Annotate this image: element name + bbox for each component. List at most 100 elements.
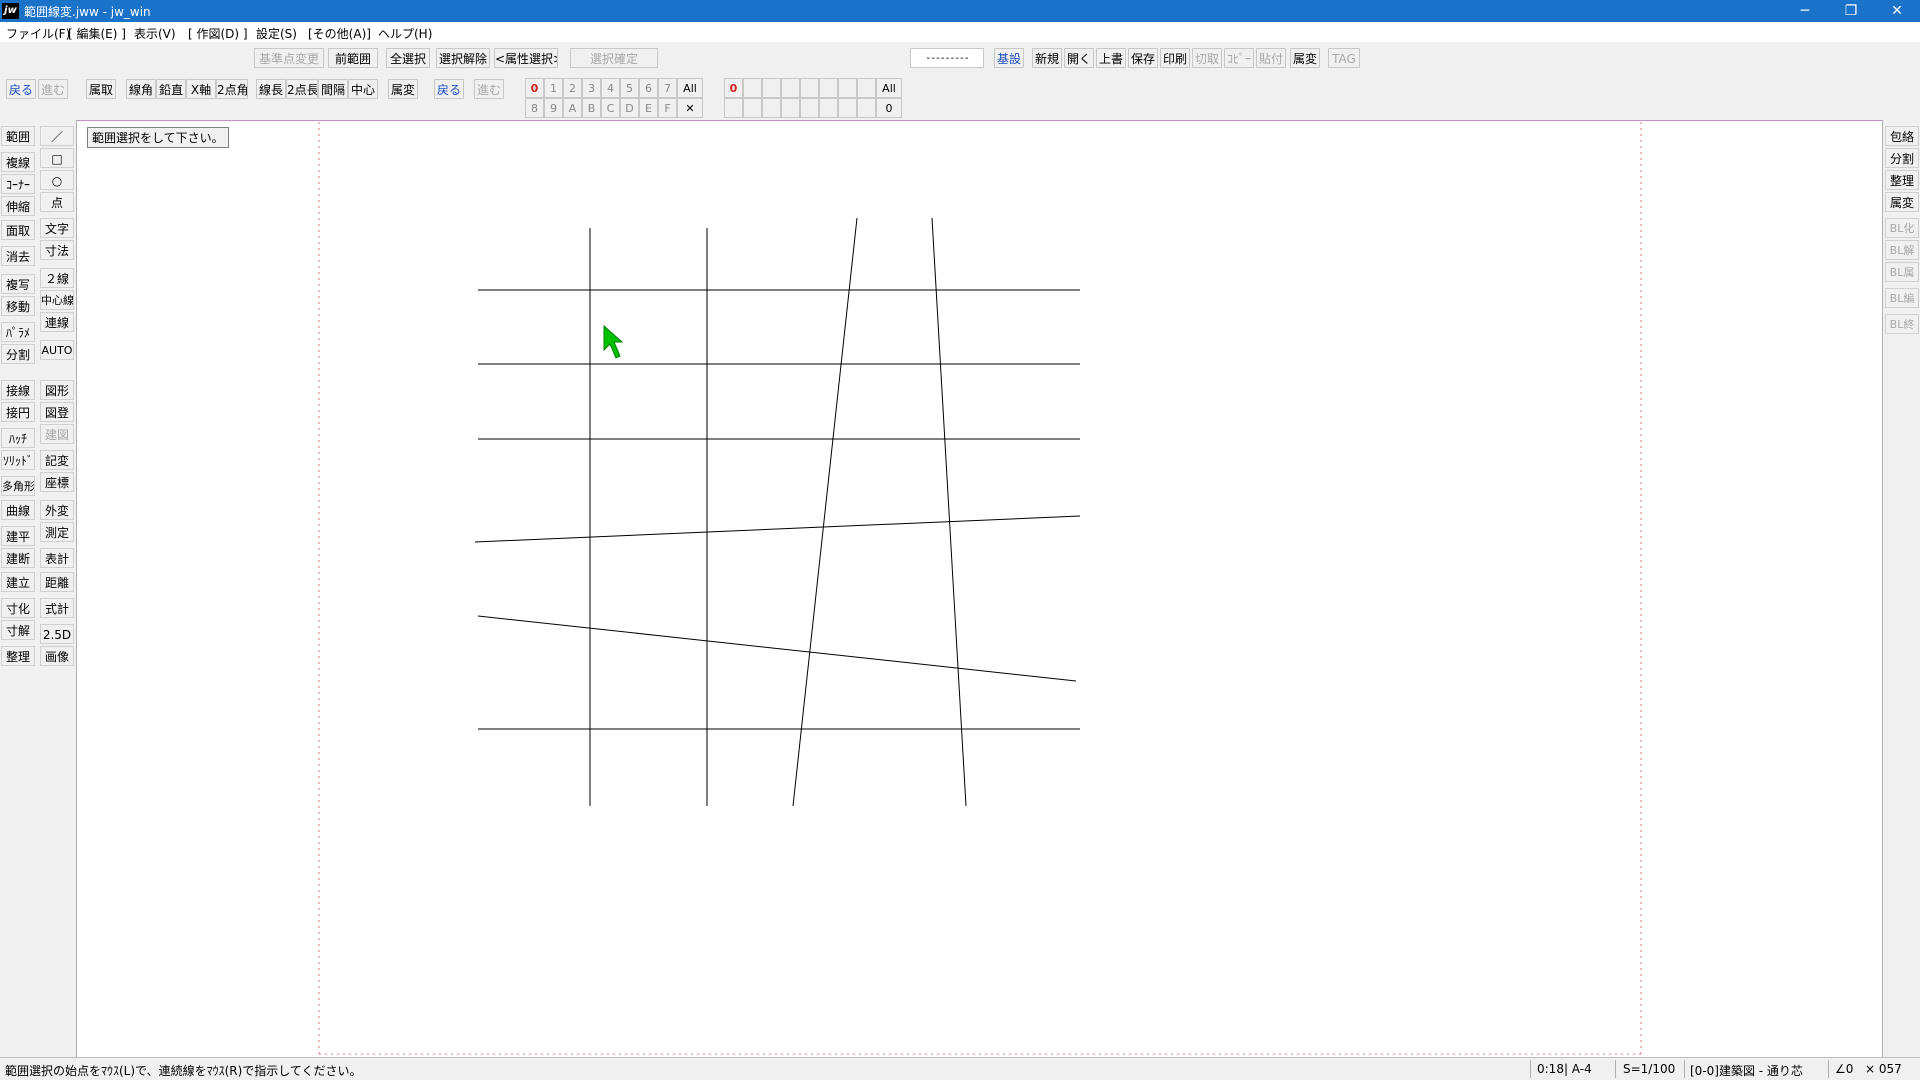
attribute-get-button[interactable]: 属取	[86, 79, 116, 99]
interval-button[interactable]: 間隔	[318, 79, 348, 99]
layer-f[interactable]: F	[658, 98, 677, 118]
layer-group-cell[interactable]	[819, 98, 838, 118]
tool-block-edit[interactable]: BL編	[1885, 288, 1919, 308]
tool-arch-elevation[interactable]: 建立	[1, 572, 35, 592]
layer-6[interactable]: 6	[639, 78, 658, 98]
layer-b[interactable]: B	[582, 98, 601, 118]
tool-erase[interactable]: 消去	[1, 246, 35, 266]
tool-2-5d[interactable]: 2.5D	[40, 624, 74, 644]
layer-group-cell[interactable]	[762, 98, 781, 118]
paste-button[interactable]: 貼付	[1256, 48, 1286, 68]
layer-group-cell[interactable]	[819, 78, 838, 98]
tool-polygon[interactable]: 多角形	[1, 476, 35, 496]
deselect-button[interactable]: 選択解除	[436, 48, 490, 68]
layer-3[interactable]: 3	[582, 78, 601, 98]
layer-group-cell[interactable]	[800, 98, 819, 118]
layer-group-current[interactable]: 0	[876, 98, 902, 118]
layer-4[interactable]: 4	[601, 78, 620, 98]
tool-measure[interactable]: 測定	[40, 522, 74, 542]
tool-stretch[interactable]: 伸縮	[1, 196, 35, 216]
close-button[interactable]: ✕	[1874, 0, 1920, 22]
tool-arch-section[interactable]: 建断	[1, 548, 35, 568]
select-all-button[interactable]: 全選択	[386, 48, 430, 68]
line-length-button[interactable]: 線長	[256, 79, 286, 99]
tool-arch-figure[interactable]: 建図	[40, 424, 74, 444]
status-layer-paper[interactable]: 0:18| A-4	[1537, 1062, 1592, 1076]
tool-block-create[interactable]: BL化	[1885, 218, 1919, 238]
layer-7[interactable]: 7	[658, 78, 677, 98]
tool-block-attribute[interactable]: BL属	[1885, 262, 1919, 282]
tool-solid[interactable]: ｿﾘｯﾄﾞ	[1, 450, 35, 470]
status-angle[interactable]: ∠0	[1835, 1062, 1853, 1076]
layer-5[interactable]: 5	[620, 78, 639, 98]
tool-copy[interactable]: 複写	[1, 274, 35, 294]
menu-file[interactable]: ファイル(F)	[6, 25, 70, 42]
attribute-change-button[interactable]: 属変	[1290, 48, 1320, 68]
layer-9[interactable]: 9	[544, 98, 563, 118]
vertical-button[interactable]: 鉛直	[156, 79, 186, 99]
layer-group-cell[interactable]	[743, 98, 762, 118]
tool-external-change[interactable]: 外変	[40, 500, 74, 520]
tool-image[interactable]: 画像	[40, 646, 74, 666]
layer-all[interactable]: All	[677, 78, 703, 98]
layer-8[interactable]: 8	[525, 98, 544, 118]
tool-dimension[interactable]: 寸法	[40, 240, 74, 260]
tool-center-line[interactable]: 中心線	[40, 290, 74, 310]
tool-organize-right[interactable]: 整理	[1885, 170, 1919, 190]
layer-group-cell[interactable]	[743, 78, 762, 98]
layer-1[interactable]: 1	[544, 78, 563, 98]
layer-d[interactable]: D	[620, 98, 639, 118]
tag-button[interactable]: TAG	[1328, 48, 1360, 68]
tool-block-end[interactable]: BL終	[1885, 314, 1919, 334]
minimize-button[interactable]: ─	[1782, 0, 1828, 22]
tool-chamfer[interactable]: 面取	[1, 220, 35, 240]
tool-double-line[interactable]: ２線	[40, 268, 74, 288]
tool-dim-group[interactable]: 寸化	[1, 598, 35, 618]
tool-block-explode[interactable]: BL解	[1885, 240, 1919, 260]
cut-button[interactable]: 切取	[1192, 48, 1222, 68]
open-file-button[interactable]: 開く	[1064, 48, 1094, 68]
tool-tangent-circle[interactable]: 接円	[1, 402, 35, 422]
attribute-change-button-2[interactable]: 属変	[388, 79, 418, 99]
forward-button[interactable]: 進む	[38, 79, 68, 99]
tool-figure[interactable]: 図形	[40, 380, 74, 400]
layer-group-0[interactable]: 0	[724, 78, 743, 98]
prev-range-button[interactable]: 前範囲	[328, 48, 378, 68]
menu-help[interactable]: ヘルプ(H)	[378, 25, 432, 42]
tool-corner[interactable]: ｺｰﾅｰ	[1, 174, 35, 194]
layer-group-cell[interactable]	[800, 78, 819, 98]
tool-symbol-change[interactable]: 記変	[40, 450, 74, 470]
layer-2[interactable]: 2	[563, 78, 582, 98]
layer-group-all[interactable]: All	[876, 78, 902, 98]
tool-move[interactable]: 移動	[1, 296, 35, 316]
tool-range[interactable]: 範囲	[1, 126, 35, 146]
layer-group-cell[interactable]	[838, 78, 857, 98]
layer-group-cell[interactable]	[857, 98, 876, 118]
line-angle-button[interactable]: 線角	[126, 79, 156, 99]
tool-tangent-line[interactable]: 接線	[1, 380, 35, 400]
save-button[interactable]: 保存	[1128, 48, 1158, 68]
back-button[interactable]: 戻る	[6, 79, 36, 99]
tool-curve[interactable]: 曲線	[1, 500, 35, 520]
tool-rectangle-icon[interactable]: □	[40, 148, 74, 168]
menu-settings[interactable]: 設定(S)	[256, 25, 297, 42]
tool-line-icon[interactable]: ／	[40, 126, 74, 146]
tool-point[interactable]: 点	[40, 192, 74, 212]
linetype-selector[interactable]: - - - - - - - - -	[910, 48, 984, 68]
layer-group-cell[interactable]	[762, 78, 781, 98]
menu-view[interactable]: 表示(V)	[134, 25, 176, 42]
menu-draw[interactable]: [ 作図(D) ]	[188, 25, 248, 42]
tool-divide[interactable]: 分割	[1, 344, 35, 364]
forward-button-2[interactable]: 進む	[474, 79, 504, 99]
tool-divide-right[interactable]: 分割	[1885, 148, 1919, 168]
two-point-angle-button[interactable]: 2点角	[216, 79, 248, 99]
tool-text[interactable]: 文字	[40, 218, 74, 238]
tool-coordinates[interactable]: 座標	[40, 472, 74, 492]
tool-attribute-change-right[interactable]: 属変	[1885, 192, 1919, 212]
base-point-change-button[interactable]: 基準点変更	[254, 48, 324, 68]
menu-other[interactable]: [その他(A)]	[308, 25, 371, 42]
layer-close-icon[interactable]: ✕	[677, 98, 703, 118]
layer-group-cell[interactable]	[781, 78, 800, 98]
attribute-select-button[interactable]: <属性選択>	[494, 48, 558, 68]
menu-edit[interactable]: [ 編集(E) ]	[68, 25, 126, 42]
